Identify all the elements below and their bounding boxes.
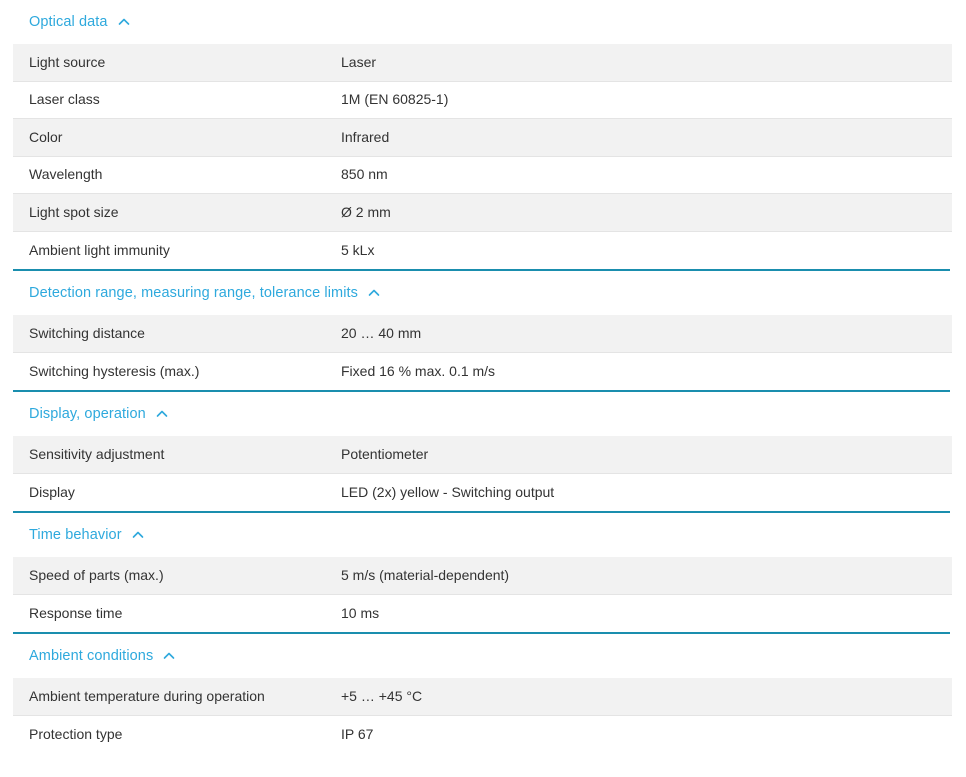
spec-row: Speed of parts (max.) 5 m/s (material-de…	[13, 557, 952, 595]
section-header-2[interactable]: Display, operation	[0, 392, 966, 436]
spec-rows: Ambient temperature during operation +5 …	[13, 678, 952, 753]
spec-row-label: Switching hysteresis (max.)	[29, 362, 200, 379]
technical-data-sheet: Optical data Light source Laser Laser cl…	[0, 0, 966, 753]
section-header-3[interactable]: Time behavior	[0, 513, 966, 557]
spec-section-1: Detection range, measuring range, tolera…	[0, 269, 966, 390]
section-title: Display, operation	[29, 405, 146, 422]
chevron-up-icon[interactable]	[367, 286, 381, 300]
spec-row: Sensitivity adjustment Potentiometer	[13, 436, 952, 474]
spec-row: Light source Laser	[13, 44, 952, 82]
spec-row-label: Sensitivity adjustment	[29, 445, 165, 462]
spec-rows: Sensitivity adjustment Potentiometer Dis…	[13, 436, 952, 511]
spec-row-value: IP 67	[341, 725, 374, 742]
spec-row-label: Light spot size	[29, 203, 119, 220]
spec-row-value: 1M (EN 60825-1)	[341, 91, 449, 108]
chevron-up-icon[interactable]	[131, 528, 145, 542]
spec-row-value: 5 kLx	[341, 241, 375, 258]
spec-row-value: Laser	[341, 53, 377, 70]
spec-row-label: Laser class	[29, 91, 100, 108]
spec-row: Response time 10 ms	[13, 594, 952, 632]
section-header-1[interactable]: Detection range, measuring range, tolera…	[0, 271, 966, 315]
spec-row-value: Infrared	[341, 128, 390, 145]
section-header-0[interactable]: Optical data	[0, 0, 966, 44]
spec-row-value: 20 … 40 mm	[341, 324, 422, 341]
spec-row-value: Potentiometer	[341, 445, 429, 462]
spec-row: Display LED (2x) yellow - Switching outp…	[13, 473, 952, 511]
spec-row: Switching hysteresis (max.) Fixed 16 % m…	[13, 352, 952, 390]
spec-row-value: Ø 2 mm	[341, 203, 391, 220]
spec-row: Light spot size Ø 2 mm	[13, 194, 952, 232]
spec-row: Laser class 1M (EN 60825-1)	[13, 81, 952, 119]
section-title: Time behavior	[29, 526, 122, 543]
spec-row-value: 850 nm	[341, 166, 388, 183]
spec-section-0: Optical data Light source Laser Laser cl…	[0, 0, 966, 269]
spec-row-value: 5 m/s (material-dependent)	[341, 566, 510, 583]
spec-row-label: Ambient light immunity	[29, 241, 170, 258]
spec-row-label: Ambient temperature during operation	[29, 687, 265, 704]
spec-row: Switching distance 20 … 40 mm	[13, 315, 952, 353]
section-title: Optical data	[29, 13, 108, 30]
spec-row-value: LED (2x) yellow - Switching output	[341, 483, 555, 500]
spec-row: Ambient temperature during operation +5 …	[13, 678, 952, 716]
chevron-up-icon[interactable]	[162, 649, 176, 663]
spec-row: Color Infrared	[13, 119, 952, 157]
spec-row-label: Switching distance	[29, 324, 145, 341]
spec-rows: Speed of parts (max.) 5 m/s (material-de…	[13, 557, 952, 632]
spec-row: Ambient light immunity 5 kLx	[13, 231, 952, 269]
spec-row-value: Fixed 16 % max. 0.1 m/s	[341, 362, 496, 379]
section-header-4[interactable]: Ambient conditions	[0, 634, 966, 678]
spec-row-value: +5 … +45 °C	[341, 687, 423, 704]
spec-section-4: Ambient conditions Ambient temperature d…	[0, 632, 966, 753]
spec-row-label: Display	[29, 483, 75, 500]
spec-row-value: 10 ms	[341, 604, 380, 621]
chevron-up-icon[interactable]	[117, 15, 131, 29]
spec-row: Protection type IP 67	[13, 715, 952, 753]
spec-section-2: Display, operation Sensitivity adjustmen…	[0, 390, 966, 511]
spec-row-label: Light source	[29, 53, 106, 70]
spec-section-3: Time behavior Speed of parts (max.) 5 m/…	[0, 511, 966, 632]
spec-rows: Switching distance 20 … 40 mm Switching …	[13, 315, 952, 390]
section-title: Ambient conditions	[29, 647, 154, 664]
spec-row-label: Color	[29, 128, 63, 145]
spec-row-label: Wavelength	[29, 166, 103, 183]
chevron-up-icon[interactable]	[155, 407, 169, 421]
spec-row-label: Speed of parts (max.)	[29, 566, 164, 583]
section-title: Detection range, measuring range, tolera…	[29, 284, 358, 301]
spec-rows: Light source Laser Laser class 1M (EN 60…	[13, 44, 952, 269]
spec-row: Wavelength 850 nm	[13, 156, 952, 194]
spec-row-label: Response time	[29, 604, 123, 621]
spec-row-label: Protection type	[29, 725, 123, 742]
